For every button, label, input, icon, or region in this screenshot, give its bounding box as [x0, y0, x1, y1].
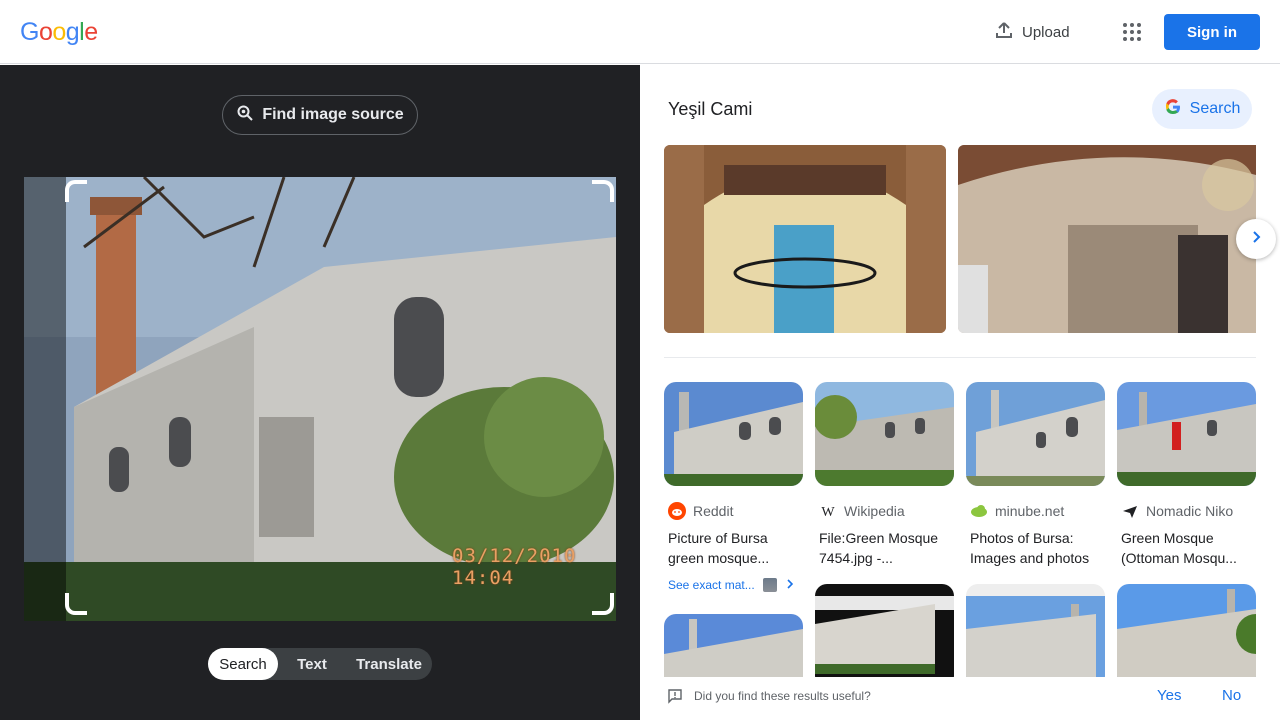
source-name: minube.net	[995, 503, 1065, 519]
result-title[interactable]: Green Mosque (Ottoman Mosqu...	[1117, 528, 1256, 568]
upload-label: Upload	[1022, 23, 1070, 41]
visual-match-card[interactable]: minube.net Photos of Bursa: Images and p…	[966, 382, 1105, 568]
entity-search-label: Search	[1189, 100, 1241, 117]
result-title-line: green mosque...	[668, 550, 770, 566]
reddit-icon	[668, 502, 686, 520]
result-title-line: Images and photos	[970, 550, 1090, 566]
google-g-icon	[1164, 98, 1182, 121]
crop-handle-top-right[interactable]	[592, 180, 614, 202]
carousel-next-button[interactable]	[1236, 219, 1276, 259]
upload-icon	[994, 20, 1014, 44]
apps-grid-icon[interactable]	[1114, 14, 1150, 50]
exact-match-label: See exact mat...	[668, 578, 755, 592]
feedback-bar: Did you find these results useful? Yes N…	[640, 677, 1280, 720]
crop-handle-bottom-left[interactable]	[65, 593, 87, 615]
result-source[interactable]: Reddit	[664, 502, 803, 520]
feedback-icon	[667, 688, 683, 709]
plane-icon	[1121, 502, 1139, 520]
visual-match-card[interactable]: Reddit Picture of Bursa green mosque... …	[664, 382, 803, 592]
tab-text[interactable]: Text	[278, 648, 346, 680]
tab-search[interactable]: Search	[208, 648, 278, 680]
result-title-line: File:Green Mosque	[819, 530, 939, 546]
result-thumbnail[interactable]	[664, 382, 803, 486]
result-title-line: 7454.jpg -...	[819, 550, 893, 566]
related-image[interactable]	[664, 145, 946, 333]
entity-title: Yeşil Cami	[668, 99, 753, 119]
logo-letter: G	[20, 18, 39, 46]
chevron-right-icon	[1248, 229, 1264, 250]
visual-match-card[interactable]: W Wikipedia File:Green Mosque 7454.jpg -…	[815, 382, 954, 568]
result-title[interactable]: Picture of Bursa green mosque...	[664, 528, 803, 568]
entity-search-button[interactable]: Search	[1152, 89, 1252, 129]
crop-handle-top-left[interactable]	[65, 180, 87, 202]
related-image[interactable]	[958, 145, 1256, 333]
chevron-right-icon	[785, 578, 795, 592]
logo-letter: o	[52, 18, 66, 46]
result-title-line: (Ottoman Mosqu...	[1121, 550, 1237, 566]
crop-overlay	[24, 177, 66, 621]
sign-in-button[interactable]: Sign in	[1164, 14, 1260, 50]
logo-letter: g	[65, 18, 80, 46]
source-name: Wikipedia	[844, 503, 905, 519]
result-source[interactable]: Nomadic Niko	[1117, 502, 1256, 520]
result-thumbnail[interactable]	[1117, 584, 1256, 688]
wikipedia-icon: W	[819, 502, 837, 520]
upload-button[interactable]: Upload	[986, 14, 1078, 50]
visual-match-card[interactable]: Nomadic Niko Green Mosque (Ottoman Mosqu…	[1117, 382, 1256, 568]
lens-search-icon	[236, 104, 254, 127]
result-source[interactable]: W Wikipedia	[815, 502, 954, 520]
image-query-panel: Find image source 03/12/2010 14:04 Searc…	[0, 65, 640, 720]
result-source[interactable]: minube.net	[966, 502, 1105, 520]
logo-letter: e	[84, 18, 98, 46]
tab-translate[interactable]: Translate	[346, 648, 432, 680]
results-panel: Yeşil Cami Search Reddit Picture of Burs…	[640, 65, 1280, 720]
crop-handle-bottom-right[interactable]	[592, 593, 614, 615]
result-thumbnail[interactable]	[815, 584, 954, 688]
result-title[interactable]: File:Green Mosque 7454.jpg -...	[815, 528, 954, 568]
find-image-source-button[interactable]: Find image source	[222, 95, 418, 135]
svg-text:W: W	[821, 505, 835, 520]
result-thumbnail[interactable]	[966, 584, 1105, 688]
result-title-line: Green Mosque	[1121, 530, 1214, 546]
result-thumbnail[interactable]	[966, 382, 1105, 486]
see-exact-matches-link[interactable]: See exact mat...	[664, 578, 803, 592]
query-photo[interactable]: 03/12/2010 14:04	[24, 177, 616, 621]
feedback-yes-button[interactable]: Yes	[1157, 687, 1181, 704]
minube-icon	[970, 502, 988, 520]
result-thumbnail[interactable]	[815, 382, 954, 486]
source-name: Nomadic Niko	[1146, 503, 1234, 519]
top-bar: Google Upload Sign in	[0, 0, 1280, 64]
result-thumbnail[interactable]	[1117, 382, 1256, 486]
logo-letter: o	[38, 18, 53, 46]
result-title-line: Picture of Bursa	[668, 530, 768, 546]
photo-date-stamp: 03/12/2010 14:04	[452, 545, 577, 589]
result-title[interactable]: Photos of Bursa: Images and photos	[966, 528, 1105, 568]
lens-mode-tabs: Search Text Translate	[208, 648, 432, 680]
section-divider	[664, 357, 1256, 358]
google-logo[interactable]: Google	[20, 18, 98, 47]
feedback-no-button[interactable]: No	[1222, 687, 1241, 704]
source-name: Reddit	[693, 503, 734, 519]
result-title-line: Photos of Bursa:	[970, 530, 1074, 546]
feedback-question: Did you find these results useful?	[694, 689, 871, 703]
exact-match-thumbnail	[762, 578, 777, 592]
find-image-source-label: Find image source	[262, 106, 404, 123]
